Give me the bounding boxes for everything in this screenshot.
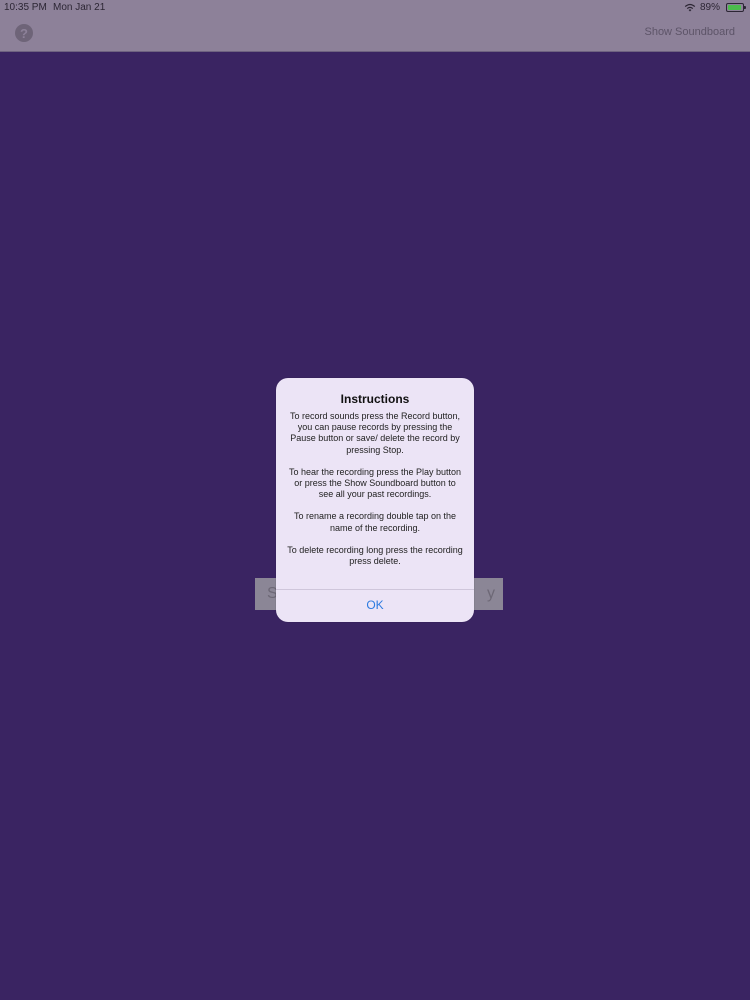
alert-paragraph-delete: To delete recording long press the recor…: [287, 544, 463, 567]
status-date: Mon Jan 21: [53, 2, 106, 13]
alert-paragraph-play: To hear the recording press the Play but…: [288, 466, 462, 500]
instructions-alert: Instructions To record sounds press the …: [276, 378, 474, 622]
status-right: 89%: [684, 2, 746, 13]
wifi-icon: [684, 3, 696, 12]
status-bar: 10:35 PM Mon Jan 21 89%: [0, 0, 750, 16]
help-button[interactable]: ?: [15, 24, 33, 42]
alert-paragraph-rename: To rename a recording double tap on the …: [293, 511, 457, 533]
battery-icon: [726, 3, 746, 12]
ok-button[interactable]: OK: [276, 590, 474, 622]
battery-percent: 89%: [699, 2, 720, 13]
status-time: 10:35 PM: [4, 2, 47, 13]
navigation-bar: 10:35 PM Mon Jan 21 89% ? Show Soundboar: [0, 0, 750, 52]
alert-paragraph-record: To record sounds press the Record button…: [289, 411, 461, 455]
show-soundboard-button[interactable]: Show Soundboard: [644, 26, 735, 38]
alert-message: To record sounds press the Record button…: [286, 411, 464, 578]
alert-title: Instructions: [340, 392, 410, 406]
